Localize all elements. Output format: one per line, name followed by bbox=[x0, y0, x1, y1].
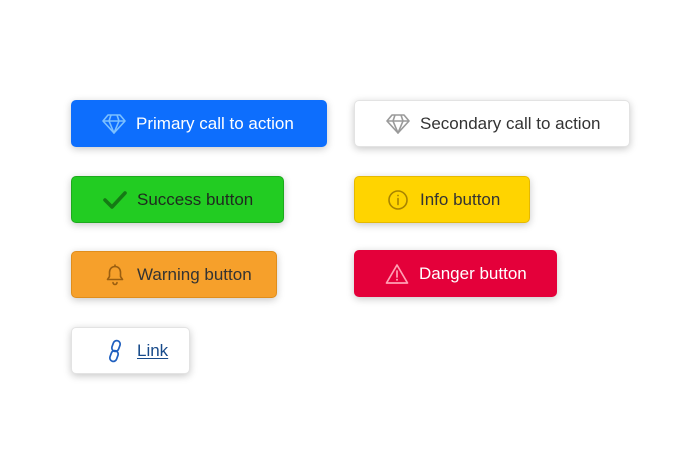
warning-triangle-icon bbox=[384, 261, 410, 287]
checkmark-icon bbox=[102, 187, 128, 213]
secondary-button-label: Secondary call to action bbox=[420, 113, 601, 133]
danger-button-label: Danger button bbox=[419, 263, 527, 283]
danger-button[interactable]: Danger button bbox=[354, 250, 557, 297]
link-button-label: Link bbox=[137, 340, 169, 360]
secondary-call-to-action-button[interactable]: Secondary call to action bbox=[354, 100, 630, 147]
diamond-icon bbox=[101, 111, 127, 137]
link-button[interactable]: Link bbox=[71, 327, 190, 374]
primary-call-to-action-button[interactable]: Primary call to action bbox=[71, 100, 327, 147]
link-icon bbox=[102, 338, 128, 364]
info-circle-icon bbox=[385, 187, 411, 213]
warning-button[interactable]: Warning button bbox=[71, 251, 277, 298]
bell-icon bbox=[102, 262, 128, 288]
diamond-icon bbox=[385, 111, 411, 137]
info-button-label: Info button bbox=[420, 189, 501, 209]
success-button[interactable]: Success button bbox=[71, 176, 284, 223]
warning-button-label: Warning button bbox=[137, 264, 252, 284]
info-button[interactable]: Info button bbox=[354, 176, 530, 223]
success-button-label: Success button bbox=[137, 189, 254, 209]
primary-button-label: Primary call to action bbox=[136, 113, 294, 133]
